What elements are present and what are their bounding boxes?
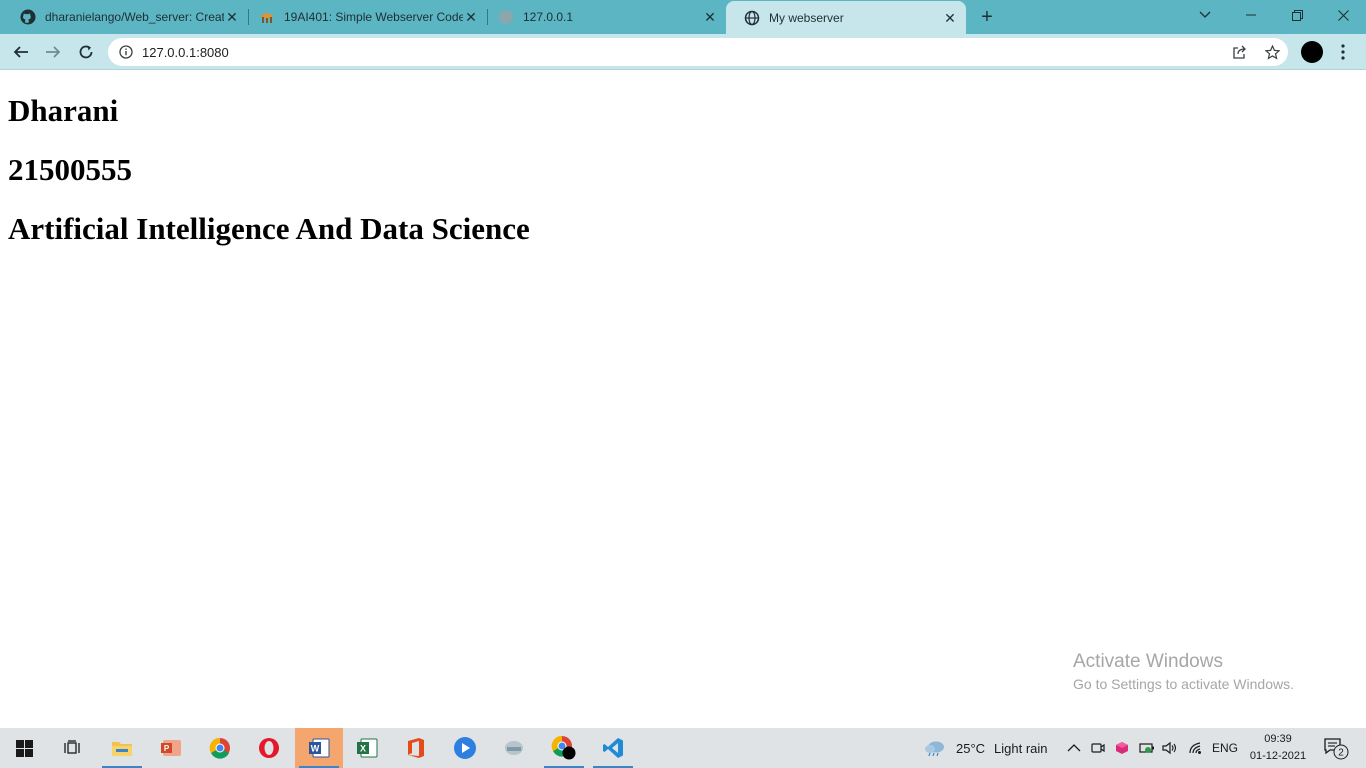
reload-icon[interactable] [73,39,99,65]
chrome-profile-icon[interactable] [540,728,588,768]
tab-title: My webserver [769,10,844,25]
windows-start-icon[interactable] [0,728,48,768]
browser-toolbar: 127.0.0.1:8080 [0,34,1366,70]
globe-icon [744,10,760,26]
tab-search-icon[interactable] [1182,0,1228,30]
battery-icon[interactable] [1139,728,1155,768]
task-view-icon[interactable] [48,728,96,768]
info-icon[interactable] [119,45,133,59]
tab-moodle[interactable]: 19AI401: Simple Webserver Code ✕ [241,0,487,34]
close-icon[interactable]: ✕ [942,10,958,26]
vscode-icon[interactable] [589,728,637,768]
heading-id: 21500555 [8,152,132,187]
profile-avatar[interactable] [1301,41,1323,63]
tab-title: 19AI401: Simple Webserver Code [284,10,463,24]
bookmark-star-icon[interactable] [1259,38,1285,66]
opera-icon[interactable] [245,728,293,768]
word-icon[interactable]: W [295,728,343,768]
web-page: Dharani 21500555 Artificial Intelligence… [0,71,1366,728]
url-text: 127.0.0.1:8080 [142,44,229,60]
svg-text:P: P [164,744,170,753]
clock-time: 09:39 [1264,733,1292,745]
restore-icon[interactable] [1274,0,1320,30]
svg-text:W: W [311,744,320,754]
media-player-icon[interactable] [441,728,489,768]
address-bar[interactable]: 127.0.0.1:8080 [108,38,1288,66]
more-menu-icon[interactable] [1336,40,1350,64]
github-icon [20,9,36,25]
security-app-icon[interactable] [1115,728,1129,768]
weather-cloud-icon [924,740,946,756]
close-icon[interactable]: ✕ [224,9,240,25]
close-window-icon[interactable] [1320,0,1366,30]
forward-icon[interactable] [40,39,66,65]
tab-github[interactable]: dharanielango/Web_server: Creat ✕ [2,0,248,34]
activation-watermark: Activate Windows Go to Settings to activ… [1073,652,1294,693]
file-explorer-icon[interactable] [98,728,146,768]
hidden-icons-chevron-icon[interactable] [1067,728,1081,768]
watermark-subtitle: Go to Settings to activate Windows. [1073,676,1294,692]
meet-now-icon[interactable] [1091,728,1105,768]
chrome-icon[interactable] [196,728,244,768]
tab-title: 127.0.0.1 [523,10,574,24]
watermark-title: Activate Windows [1073,651,1223,672]
system-clock[interactable]: 09:39 01-12-2021 [1244,731,1312,765]
tab-strip: dharanielango/Web_server: Creat ✕ 19AI40… [0,0,1366,34]
wifi-app-icon[interactable] [490,728,538,768]
globe-icon [498,9,514,25]
volume-icon[interactable] [1162,728,1178,768]
weather-widget[interactable]: 25°C Light rain [924,728,1048,768]
svg-text:X: X [360,744,366,754]
windows-taskbar: P W X 25°C Light rain ENG 09:39 01-12-20… [0,728,1366,768]
share-icon[interactable] [1226,38,1252,66]
weather-temp: 25°C [956,740,986,756]
close-icon[interactable]: ✕ [702,9,718,25]
back-icon[interactable] [8,39,34,65]
excel-icon[interactable]: X [343,728,391,768]
office-icon[interactable] [392,728,440,768]
tab-my-webserver[interactable]: My webserver ✕ [726,1,966,34]
minimize-icon[interactable] [1228,0,1274,30]
tab-localhost[interactable]: 127.0.0.1 ✕ [480,0,726,34]
close-icon[interactable]: ✕ [463,9,479,25]
tab-title: dharanielango/Web_server: Creat [45,10,224,24]
notification-center-icon[interactable]: 2 [1323,728,1351,768]
language-indicator[interactable]: ENG [1212,728,1238,768]
notification-count: 2 [1338,748,1344,759]
weather-desc: Light rain [994,740,1048,756]
heading-department: Artificial Intelligence And Data Science [8,211,530,246]
clock-date: 01-12-2021 [1249,750,1307,762]
moodle-icon [259,9,275,25]
new-tab-button[interactable]: + [976,6,998,28]
heading-name: Dharani [8,93,119,128]
network-icon[interactable] [1188,728,1204,768]
powerpoint-icon[interactable]: P [147,728,195,768]
